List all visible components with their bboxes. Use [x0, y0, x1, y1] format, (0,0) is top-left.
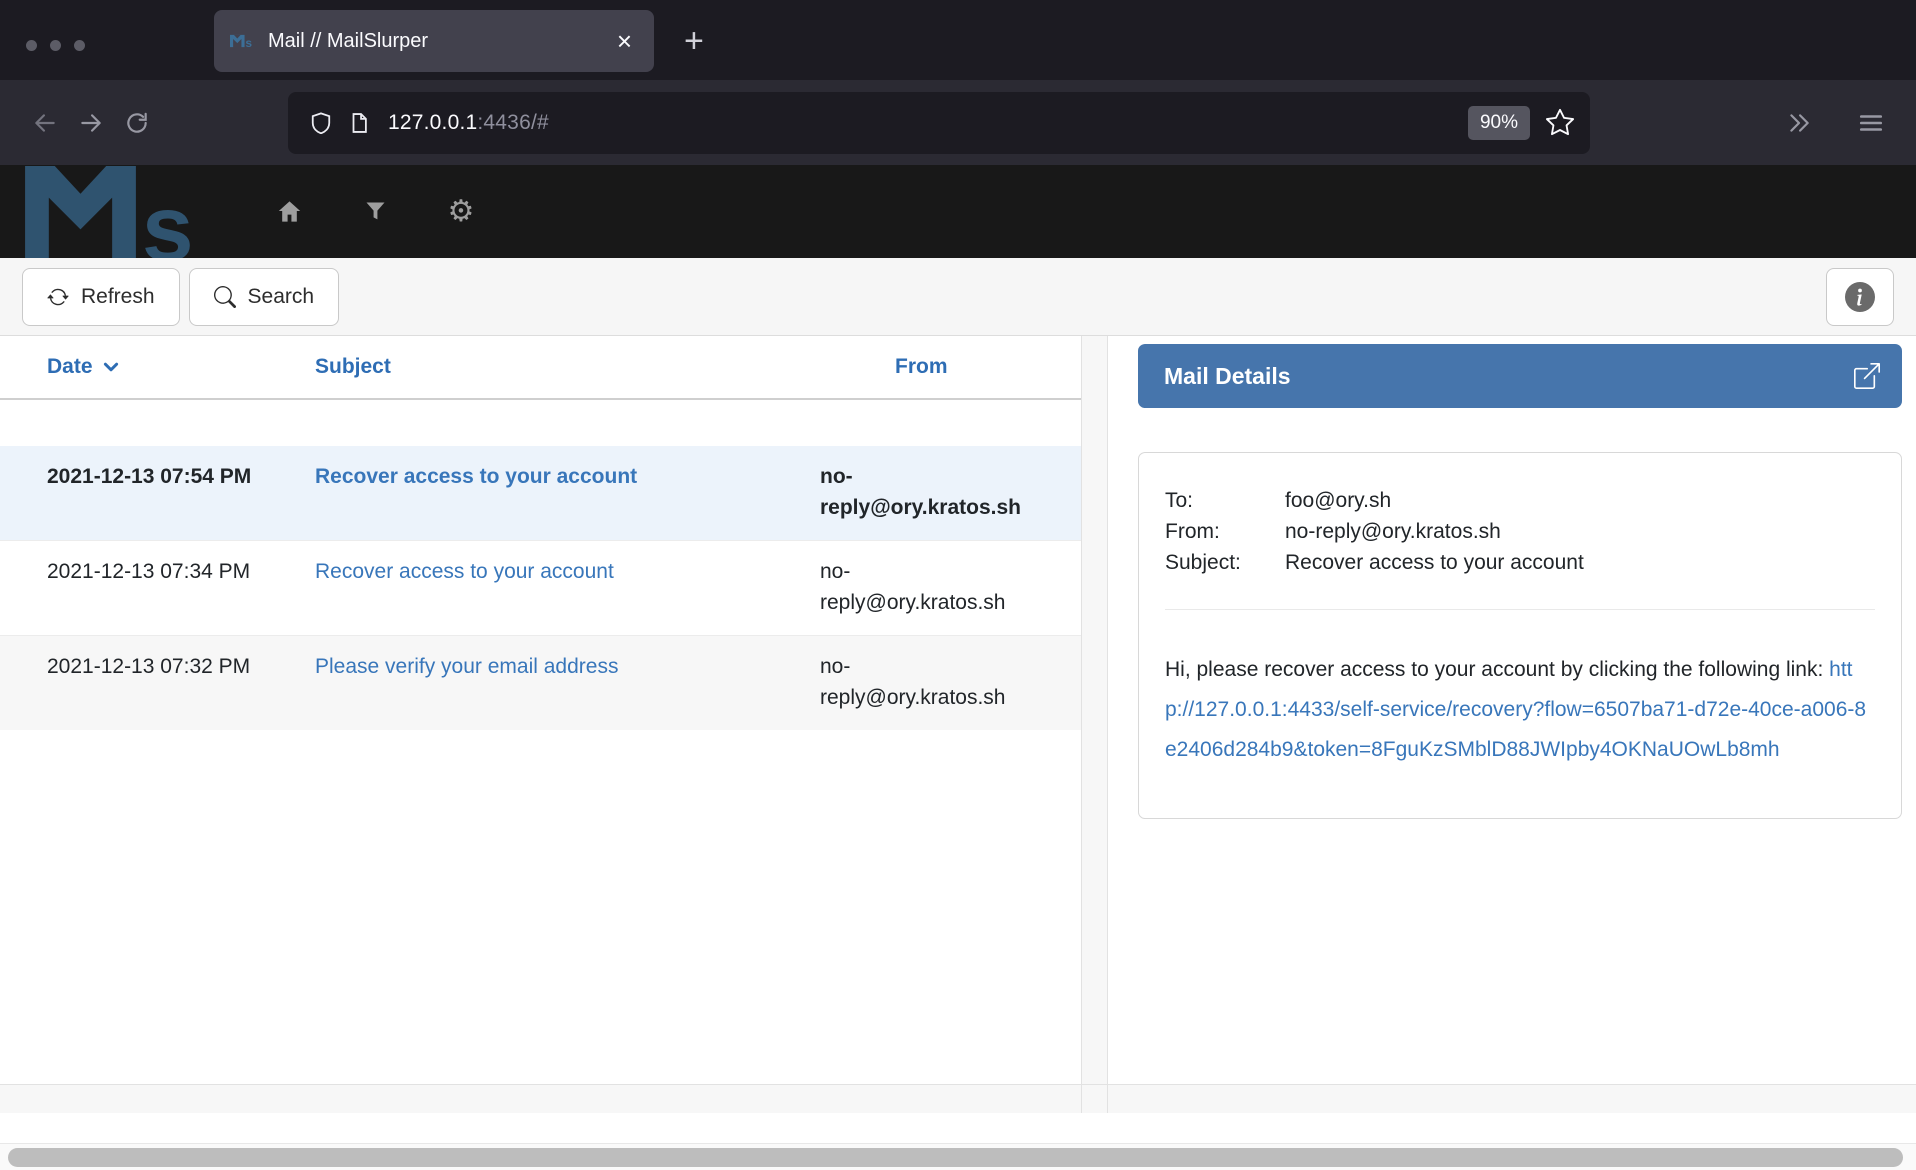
- window-controls[interactable]: [26, 40, 85, 51]
- menu-button[interactable]: [1848, 100, 1894, 146]
- mail-date-cell: 2021-12-13 07:32 PM: [47, 651, 315, 713]
- search-button-label: Search: [248, 285, 315, 309]
- window-dot[interactable]: [50, 40, 61, 51]
- overflow-chevrons-button[interactable]: [1776, 100, 1822, 146]
- mail-meta: To: foo@ory.sh From: no-reply@ory.kratos…: [1165, 489, 1875, 575]
- refresh-button-label: Refresh: [81, 285, 155, 309]
- mail-subject-cell: Recover access to your account: [315, 461, 820, 523]
- mail-row[interactable]: 2021-12-13 07:32 PM Please verify your e…: [0, 635, 1081, 730]
- mail-details-panel: Mail Details To: foo@ory.sh From: no-rep…: [1108, 336, 1916, 1085]
- browser-navbar: 127.0.0.1:4436/# 90%: [0, 80, 1916, 165]
- window-dot[interactable]: [74, 40, 85, 51]
- mail-details-title: Mail Details: [1164, 363, 1854, 390]
- subject-value: Recover access to your account: [1285, 551, 1875, 575]
- mail-row[interactable]: 2021-12-13 07:54 PM Recover access to yo…: [0, 446, 1081, 540]
- date-header-label: Date: [47, 355, 93, 379]
- action-strip: Refresh Search: [0, 258, 1916, 336]
- app-header: s ⚙: [0, 165, 1916, 258]
- forward-arrow-icon: [78, 110, 104, 136]
- to-value: foo@ory.sh: [1285, 489, 1875, 513]
- main-content: Date Subject From 2021-12-13 07:54 PM Re…: [0, 336, 1916, 1085]
- shield-icon[interactable]: [302, 104, 340, 142]
- url-host: 127.0.0.1: [388, 111, 477, 134]
- open-in-new-window-button[interactable]: [1854, 363, 1880, 389]
- mail-subject-link[interactable]: Recover access to your account: [315, 560, 614, 583]
- sort-chevron-down-icon: [102, 358, 120, 376]
- horizontal-scrollbar-thumb[interactable]: [8, 1148, 1903, 1167]
- mail-list-header: Date Subject From: [0, 336, 1081, 400]
- settings-nav-button[interactable]: ⚙: [444, 195, 478, 229]
- mail-body: Hi, please recover access to your accoun…: [1165, 650, 1875, 770]
- from-label: From:: [1165, 520, 1285, 544]
- mail-date-cell: 2021-12-13 07:34 PM: [47, 556, 315, 618]
- mailslurper-logo: s: [24, 166, 228, 258]
- mail-from-cell: no-reply@ory.kratos.sh: [820, 461, 1081, 523]
- window-dot[interactable]: [26, 40, 37, 51]
- search-button[interactable]: Search: [189, 268, 340, 326]
- mail-divider: [1165, 609, 1875, 610]
- mail-list-panel: Date Subject From 2021-12-13 07:54 PM Re…: [0, 336, 1082, 1085]
- svg-text:s: s: [142, 176, 194, 258]
- mail-body-text: Hi, please recover access to your accoun…: [1165, 658, 1829, 681]
- url-bar[interactable]: 127.0.0.1:4436/# 90%: [288, 92, 1590, 154]
- page-proxy-icon[interactable]: [340, 104, 378, 142]
- to-label: To:: [1165, 489, 1285, 513]
- search-icon: [214, 286, 236, 308]
- mail-subject-link[interactable]: Recover access to your account: [315, 465, 637, 488]
- zoom-level-badge[interactable]: 90%: [1468, 106, 1530, 140]
- mail-from-cell: no-reply@ory.kratos.sh: [820, 651, 1081, 713]
- mail-date-cell: 2021-12-13 07:54 PM: [47, 461, 315, 523]
- url-text[interactable]: 127.0.0.1:4436/#: [388, 111, 1468, 135]
- browser-tab[interactable]: s Mail // MailSlurper ×: [214, 10, 654, 72]
- column-header-from[interactable]: From: [820, 355, 1081, 379]
- tab-close-icon[interactable]: ×: [611, 26, 638, 56]
- home-nav-button[interactable]: [272, 195, 306, 229]
- mailslurper-favicon-icon: s: [230, 34, 256, 48]
- external-link-icon: [1854, 363, 1880, 389]
- tab-title: Mail // MailSlurper: [268, 30, 611, 53]
- column-header-date[interactable]: Date: [47, 355, 315, 379]
- double-chevron-right-icon: [1786, 110, 1812, 136]
- back-arrow-icon: [32, 110, 58, 136]
- list-spacer: [0, 400, 1081, 446]
- mail-details-header: Mail Details: [1138, 344, 1902, 408]
- mail-details-card: To: foo@ory.sh From: no-reply@ory.kratos…: [1138, 452, 1902, 819]
- column-header-subject[interactable]: Subject: [315, 355, 820, 379]
- info-button[interactable]: [1826, 268, 1894, 326]
- subject-label: Subject:: [1165, 551, 1285, 575]
- filter-nav-button[interactable]: [358, 195, 392, 229]
- horizontal-scrollbar: [0, 1143, 1916, 1170]
- home-icon: [276, 198, 303, 225]
- hamburger-icon: [1858, 110, 1884, 136]
- url-port-path: :4436/#: [477, 111, 548, 134]
- info-icon: [1845, 282, 1875, 312]
- forward-button[interactable]: [68, 100, 114, 146]
- gear-icon: ⚙: [448, 197, 475, 227]
- new-tab-button[interactable]: +: [684, 22, 704, 61]
- mail-subject-cell: Please verify your email address: [315, 651, 820, 713]
- svg-text:s: s: [245, 36, 252, 48]
- funnel-icon: [362, 198, 389, 225]
- browser-tab-bar: s Mail // MailSlurper × +: [0, 0, 1916, 80]
- page-bottom-margin: [0, 1113, 1916, 1143]
- refresh-icon: [47, 286, 69, 308]
- mail-from-cell: no-reply@ory.kratos.sh: [820, 556, 1081, 618]
- mail-subject-cell: Recover access to your account: [315, 556, 820, 618]
- reload-button[interactable]: [114, 100, 160, 146]
- from-value: no-reply@ory.kratos.sh: [1285, 520, 1875, 544]
- lower-strip: [0, 1085, 1916, 1113]
- refresh-button[interactable]: Refresh: [22, 268, 180, 326]
- bookmark-star-icon[interactable]: [1546, 108, 1576, 138]
- mail-row[interactable]: 2021-12-13 07:34 PM Recover access to yo…: [0, 540, 1081, 635]
- mail-subject-link[interactable]: Please verify your email address: [315, 655, 618, 678]
- reload-icon: [124, 110, 150, 136]
- back-button[interactable]: [22, 100, 68, 146]
- panel-gutter: [1082, 336, 1108, 1085]
